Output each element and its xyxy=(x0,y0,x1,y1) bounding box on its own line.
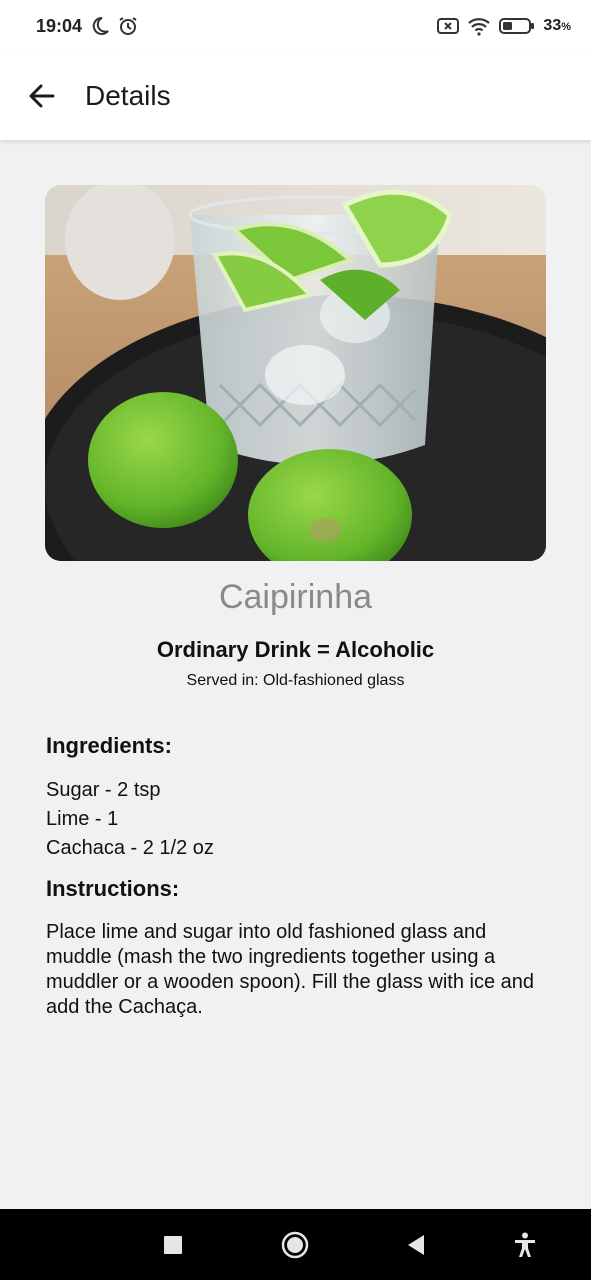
alarm-icon xyxy=(118,16,138,36)
page-title: Details xyxy=(85,80,171,111)
moon-icon xyxy=(90,16,110,36)
wifi-icon xyxy=(467,16,491,36)
ingredients-heading: Ingredients: xyxy=(46,733,172,758)
back-triangle-icon xyxy=(408,1234,424,1255)
list-item: Lime - 1 xyxy=(46,808,119,830)
drink-image xyxy=(45,185,546,561)
status-left: 19:04 xyxy=(36,16,138,37)
list-item: Cachaca - 2 1/2 oz xyxy=(46,837,214,859)
ingredients-list: Sugar - 2 tsp Lime - 1 Cachaca - 2 1/2 o… xyxy=(46,776,214,863)
sim-off-icon xyxy=(437,17,460,35)
recents-square-icon xyxy=(164,1235,182,1254)
back-button[interactable] xyxy=(22,76,62,116)
instructions-heading: Instructions: xyxy=(46,876,180,901)
instructions-text: Place lime and sugar into old fashioned … xyxy=(46,921,535,1018)
arrow-back-icon xyxy=(29,84,55,108)
home-button[interactable] xyxy=(265,1209,325,1280)
nav-back-button[interactable] xyxy=(386,1209,446,1280)
battery-percent: 33% xyxy=(543,17,571,34)
accessibility-button[interactable] xyxy=(495,1209,555,1280)
drink-glass: Served in: Old-fashioned glass xyxy=(186,672,405,689)
drink-name: Caipirinha xyxy=(218,578,373,616)
home-circle-icon xyxy=(281,1231,309,1258)
battery-icon xyxy=(499,17,535,35)
status-right: 33% xyxy=(437,16,571,36)
drink-category: Ordinary Drink = Alcoholic xyxy=(156,637,435,662)
accessibility-icon xyxy=(515,1232,535,1257)
status-time: 19:04 xyxy=(36,15,83,36)
status-bar: 19:04 33% xyxy=(0,0,591,52)
recents-button[interactable] xyxy=(143,1209,203,1280)
app-bar: Details xyxy=(0,52,591,140)
system-nav-bar xyxy=(0,1209,591,1280)
list-item: Sugar - 2 tsp xyxy=(46,779,161,801)
